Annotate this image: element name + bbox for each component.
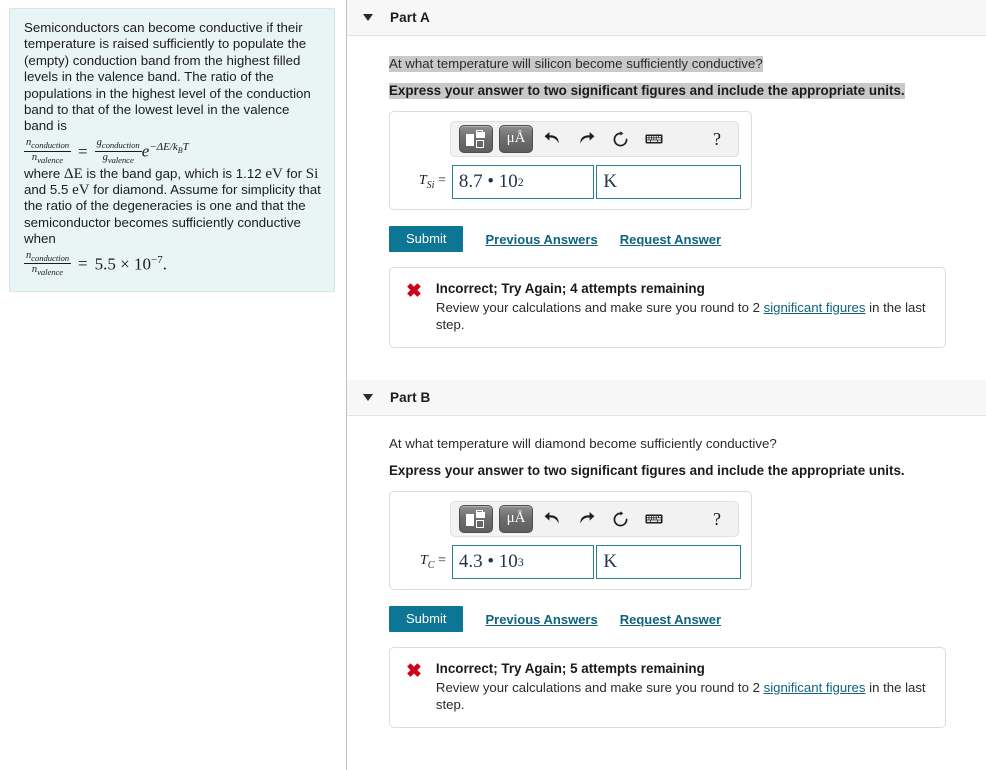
part-a-answer-card: μÅ ? TSi = 8.7 • 10 2 K	[389, 111, 752, 210]
help-icon[interactable]: ?	[704, 125, 730, 153]
fraction-numerator: nconduction	[26, 136, 70, 150]
help-icon[interactable]: ?	[704, 505, 730, 533]
undo-icon[interactable]	[539, 505, 565, 533]
part-a-submit-row: Submit Previous Answers Request Answer	[389, 226, 986, 252]
part-a-previous-answers-link[interactable]: Previous Answers	[485, 232, 597, 247]
part-a-question: At what temperature will silicon become …	[389, 56, 763, 72]
part-a-math-toolbar: μÅ ?	[450, 121, 739, 157]
problem-paragraph-2-d: and 5.5	[24, 181, 73, 197]
part-a-answer-row: TSi = 8.7 • 10 2 K	[400, 165, 741, 199]
units-icon[interactable]: μÅ	[499, 125, 533, 153]
significant-figures-link[interactable]: significant figures	[764, 680, 866, 695]
fraction-g-conduction-over-g-valence: gconduction gvalence	[94, 136, 142, 165]
part-b-question: At what temperature will diamond become …	[389, 436, 777, 451]
exponential-term: e−ΔE/kBT	[141, 141, 189, 162]
error-x-icon: ✖	[406, 661, 422, 682]
part-b-instruction: Express your answer to two significant f…	[389, 463, 905, 478]
part-b-answer-card: μÅ ? TC = 4.3 • 10 3 K	[389, 491, 752, 590]
part-a-answer-label: TSi =	[418, 173, 446, 191]
part-b-answer-row: TC = 4.3 • 10 3 K	[400, 545, 741, 579]
fraction-numerator: nconduction	[26, 249, 70, 263]
fraction-denominator: nvalence	[31, 264, 64, 278]
part-a-answer-input[interactable]: 8.7 • 10 2	[451, 165, 595, 199]
equation-population-ratio: nconduction nvalence = gconduction gvale…	[24, 136, 322, 165]
math-template-icon[interactable]	[459, 125, 493, 153]
part-b-request-answer-link[interactable]: Request Answer	[620, 612, 721, 627]
part-a-submit-button[interactable]: Submit	[389, 226, 464, 252]
problem-paragraph-2-b: is the band gap, which is 1.12	[82, 165, 266, 181]
math-template-icon[interactable]	[459, 505, 493, 533]
part-a-title: Part A	[390, 10, 430, 25]
answer-column: Part A At what temperature will silicon …	[347, 0, 986, 770]
part-a-unit-input[interactable]: K	[596, 165, 741, 199]
fraction-denominator: gvalence	[102, 151, 134, 165]
problem-paragraph-1: Semiconductors can become conductive if …	[24, 20, 311, 134]
part-b-title: Part B	[390, 390, 431, 405]
fraction-denominator: nvalence	[31, 151, 64, 165]
part-a-instruction: Express your answer to two significant f…	[389, 83, 905, 99]
part-b-answer-input[interactable]: 4.3 • 10 3	[451, 545, 595, 579]
problem-text: Semiconductors can become conductive if …	[24, 20, 322, 277]
part-a-header[interactable]: Part A	[347, 0, 986, 36]
si-symbol: Si	[305, 165, 319, 182]
reset-icon[interactable]	[607, 125, 633, 153]
undo-icon[interactable]	[539, 125, 565, 153]
part-b-body: At what temperature will diamond become …	[347, 436, 986, 728]
chevron-down-icon[interactable]	[363, 14, 373, 21]
part-b-feedback-detail: Review your calculations and make sure y…	[435, 680, 926, 712]
part-b-header[interactable]: Part B	[347, 380, 986, 416]
part-b-submit-button[interactable]: Submit	[389, 606, 464, 632]
equals-sign: =	[78, 141, 88, 161]
part-a-feedback-box: ✖ Incorrect; Try Again; 4 attempts remai…	[389, 267, 946, 348]
problem-statement-card: Semiconductors can become conductive if …	[9, 8, 335, 293]
equals-sign: =	[78, 254, 88, 274]
fraction-n-conduction-over-n-valence: nconduction nvalence	[24, 136, 72, 165]
redo-icon[interactable]	[573, 125, 599, 153]
keyboard-icon[interactable]	[641, 505, 667, 533]
units-icon[interactable]: μÅ	[499, 505, 533, 533]
part-a-feedback-title: Incorrect; Try Again; 4 attempts remaini…	[435, 281, 705, 296]
fraction-n-conduction-over-n-valence: nconduction nvalence	[24, 249, 72, 278]
part-b-submit-row: Submit Previous Answers Request Answer	[389, 606, 986, 632]
ev-unit-1: eV	[265, 165, 283, 182]
ev-unit-2: eV	[72, 181, 90, 198]
chevron-down-icon[interactable]	[363, 394, 373, 401]
equation-conductive-threshold: nconduction nvalence = 5.5 × 10−7.	[24, 249, 322, 278]
part-a-body: At what temperature will silicon become …	[347, 56, 986, 348]
reset-icon[interactable]	[607, 505, 633, 533]
delta-e-symbol: ΔE	[63, 165, 83, 182]
significant-figures-link[interactable]: significant figures	[764, 300, 866, 315]
part-b-feedback-box: ✖ Incorrect; Try Again; 5 attempts remai…	[389, 647, 946, 728]
part-a-header-spacer	[347, 36, 986, 56]
part-b-feedback-title: Incorrect; Try Again; 5 attempts remaini…	[435, 661, 705, 676]
part-a-feedback-detail: Review your calculations and make sure y…	[435, 300, 926, 332]
part-b-math-toolbar: μÅ ?	[450, 501, 739, 537]
problem-statement-column: Semiconductors can become conductive if …	[0, 0, 347, 770]
problem-paragraph-2-a: where	[24, 165, 64, 181]
part-a-request-answer-link[interactable]: Request Answer	[620, 232, 721, 247]
threshold-value: 5.5 × 10−7.	[94, 254, 167, 274]
part-b-header-spacer	[347, 416, 986, 436]
part-b-unit-input[interactable]: K	[596, 545, 741, 579]
part-b-previous-answers-link[interactable]: Previous Answers	[485, 612, 597, 627]
redo-icon[interactable]	[573, 505, 599, 533]
keyboard-icon[interactable]	[641, 125, 667, 153]
fraction-numerator: gconduction	[96, 136, 140, 150]
problem-paragraph-2-c: for	[282, 165, 306, 181]
error-x-icon: ✖	[406, 281, 422, 302]
part-b-answer-label: TC =	[419, 553, 446, 571]
problem-page: Semiconductors can become conductive if …	[0, 0, 986, 770]
